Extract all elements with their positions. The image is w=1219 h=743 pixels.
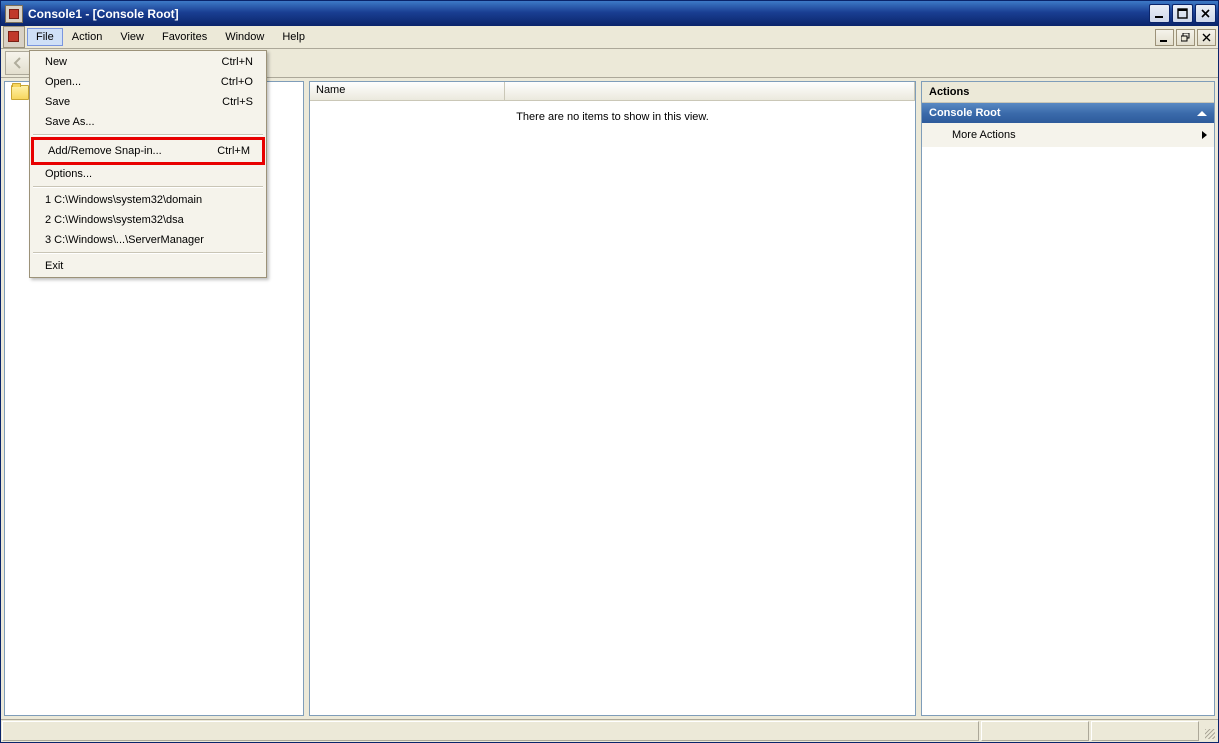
menu-view[interactable]: View [111, 28, 153, 46]
close-icon [1202, 33, 1211, 42]
menu-item-recent-2[interactable]: 2 C:\Windows\system32\dsa [31, 210, 265, 230]
mdi-close-button[interactable] [1197, 29, 1216, 46]
status-pane-2 [1091, 721, 1199, 741]
highlighted-menu-item: Add/Remove Snap-in... Ctrl+M [31, 137, 265, 165]
actions-header: Actions [922, 82, 1214, 103]
close-button[interactable] [1195, 4, 1216, 23]
empty-list-message: There are no items to show in this view. [310, 101, 915, 123]
resize-grip[interactable] [1200, 720, 1218, 742]
menu-item-recent-3[interactable]: 3 C:\Windows\...\ServerManager [31, 230, 265, 250]
minimize-button[interactable] [1149, 4, 1170, 23]
actions-pane: Actions Console Root More Actions [921, 81, 1215, 716]
mdi-buttons [1153, 29, 1218, 46]
window-title: Console1 - [Console Root] [28, 7, 1147, 21]
menu-item-exit[interactable]: Exit [31, 256, 265, 276]
menu-item-open[interactable]: Open... Ctrl+O [31, 72, 265, 92]
menu-item-save-as[interactable]: Save As... [31, 112, 265, 132]
arrow-left-icon [11, 56, 25, 70]
menu-item-options[interactable]: Options... [31, 164, 265, 184]
minimize-icon [1160, 33, 1169, 42]
menu-action[interactable]: Action [63, 28, 112, 46]
status-pane-1 [981, 721, 1089, 741]
menu-file[interactable]: File [27, 28, 63, 46]
submenu-arrow-icon [1202, 131, 1207, 139]
mdi-restore-button[interactable] [1176, 29, 1195, 46]
menu-window[interactable]: Window [216, 28, 273, 46]
column-header-name[interactable]: Name [310, 82, 505, 100]
status-bar [1, 720, 1218, 742]
list-view[interactable]: Name There are no items to show in this … [309, 81, 916, 716]
action-more-actions-label: More Actions [952, 129, 1016, 141]
actions-empty-area [922, 147, 1214, 715]
collapse-icon [1197, 111, 1207, 116]
maximize-button[interactable] [1172, 4, 1193, 23]
titlebar[interactable]: Console1 - [Console Root] [1, 1, 1218, 26]
maximize-icon [1177, 8, 1188, 19]
column-header-empty[interactable] [505, 82, 915, 100]
mmc-icon[interactable] [3, 26, 25, 48]
app-icon [5, 5, 23, 23]
menu-help[interactable]: Help [273, 28, 314, 46]
actions-section-title: Console Root [929, 107, 1001, 119]
menu-separator [33, 186, 263, 188]
close-icon [1200, 8, 1211, 19]
mdi-minimize-button[interactable] [1155, 29, 1174, 46]
list-pane: Name There are no items to show in this … [309, 81, 916, 716]
minimize-icon [1154, 8, 1165, 19]
restore-icon [1181, 33, 1190, 42]
menubar: File Action View Favorites Window Help [1, 26, 1218, 49]
menu-separator [33, 252, 263, 254]
status-pane-main [2, 721, 979, 741]
menu-item-recent-1[interactable]: 1 C:\Windows\system32\domain [31, 190, 265, 210]
menu-favorites[interactable]: Favorites [153, 28, 216, 46]
column-headers: Name [310, 82, 915, 101]
menu-item-new[interactable]: New Ctrl+N [31, 52, 265, 72]
nav-back-button[interactable] [5, 51, 31, 75]
actions-section-header[interactable]: Console Root [922, 103, 1214, 123]
file-menu-dropdown: New Ctrl+N Open... Ctrl+O Save Ctrl+S Sa… [29, 50, 267, 278]
menu-separator [33, 134, 263, 136]
mmc-window: Console1 - [Console Root] File Action Vi… [0, 0, 1219, 743]
window-buttons [1147, 4, 1216, 23]
menu-item-save[interactable]: Save Ctrl+S [31, 92, 265, 112]
action-more-actions[interactable]: More Actions [922, 123, 1214, 147]
menu-item-add-remove-snapin[interactable]: Add/Remove Snap-in... Ctrl+M [34, 140, 262, 162]
folder-icon [11, 85, 29, 100]
